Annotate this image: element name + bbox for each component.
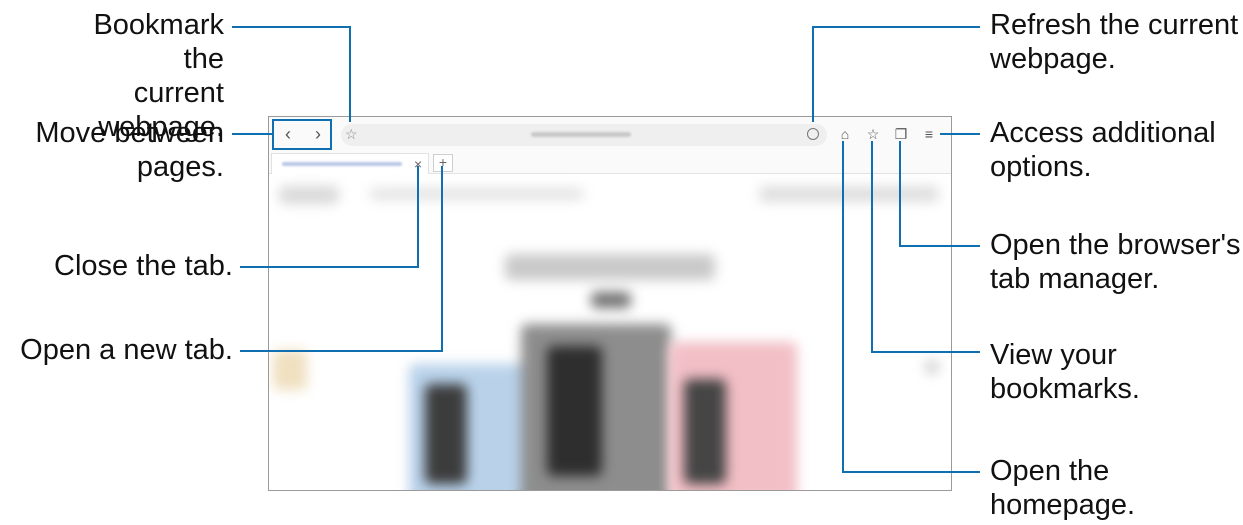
callout-move-between-pages: Move between pages. xyxy=(35,117,224,183)
leader-line-refresh-h xyxy=(812,26,980,28)
address-bar[interactable] xyxy=(341,124,827,146)
blurred-phone-dark-center xyxy=(547,346,602,476)
leader-line-newtab-h xyxy=(240,350,443,352)
leader-line-move-h xyxy=(232,133,272,135)
browser-window: ‹ › ☆ ⌂ ☆ ❐ ≡ × + xyxy=(268,116,952,491)
bracket-move-top xyxy=(272,119,332,121)
home-icon[interactable]: ⌂ xyxy=(835,124,855,144)
callout-refresh: Refresh the current webpage. xyxy=(990,9,1239,75)
webpage-content-blurred xyxy=(269,174,951,490)
leader-line-bookmarks-h xyxy=(872,351,980,353)
plus-icon[interactable]: + xyxy=(433,154,453,172)
blurred-headline xyxy=(505,254,715,280)
browser-tab[interactable]: × xyxy=(271,153,429,174)
blurred-phone-dark-left xyxy=(425,384,467,484)
bracket-move-right xyxy=(330,119,332,150)
leader-line-bookmarks-v xyxy=(871,141,873,353)
star-icon[interactable]: ☆ xyxy=(345,126,358,143)
callout-additional-options: Access additional options. xyxy=(990,117,1216,183)
callout-new-tab: Open a new tab. xyxy=(20,334,233,366)
leader-line-tabs-h xyxy=(900,245,980,247)
blurred-button xyxy=(591,292,631,308)
leader-line-tabs-v xyxy=(899,141,901,247)
blurred-nav-right xyxy=(759,186,939,202)
callout-homepage: Open the homepage. xyxy=(990,455,1136,521)
refresh-icon[interactable] xyxy=(807,128,819,140)
callout-close-tab: Close the tab. xyxy=(54,250,233,282)
leader-line-newtab-v xyxy=(441,166,443,352)
leader-line-close-h xyxy=(240,266,419,268)
url-text-blurred xyxy=(531,132,631,137)
tab-manager-icon[interactable]: ❐ xyxy=(891,124,911,144)
tab-title-blurred xyxy=(282,162,402,166)
browser-toolbar: ‹ › ☆ ⌂ ☆ ❐ ≡ xyxy=(269,117,951,151)
tab-bar: × + xyxy=(269,151,951,174)
bookmarks-icon[interactable]: ☆ xyxy=(863,124,883,144)
callout-view-bookmarks: View your bookmarks. xyxy=(990,339,1140,405)
leader-line-close-v xyxy=(417,166,419,268)
back-icon[interactable]: ‹ xyxy=(277,123,299,145)
leader-line-home-h xyxy=(843,471,980,473)
blurred-right-dot xyxy=(925,360,939,374)
blurred-phone-dark-right xyxy=(684,379,726,484)
forward-icon[interactable]: › xyxy=(307,123,329,145)
blurred-nav-block xyxy=(279,186,339,204)
leader-line-menu-h xyxy=(940,133,980,135)
leader-line-refresh-v xyxy=(812,26,814,122)
leader-line-home-v xyxy=(842,141,844,473)
bracket-move-bottom xyxy=(272,148,332,150)
blurred-left-thumb xyxy=(273,350,307,390)
leader-line-bookmark-h xyxy=(232,26,350,28)
menu-icon[interactable]: ≡ xyxy=(919,124,939,144)
bracket-move-left xyxy=(272,119,274,150)
leader-line-bookmark-v xyxy=(349,26,351,122)
blurred-nav-links xyxy=(369,188,584,200)
callout-tab-manager: Open the browser's tab manager. xyxy=(990,229,1241,295)
